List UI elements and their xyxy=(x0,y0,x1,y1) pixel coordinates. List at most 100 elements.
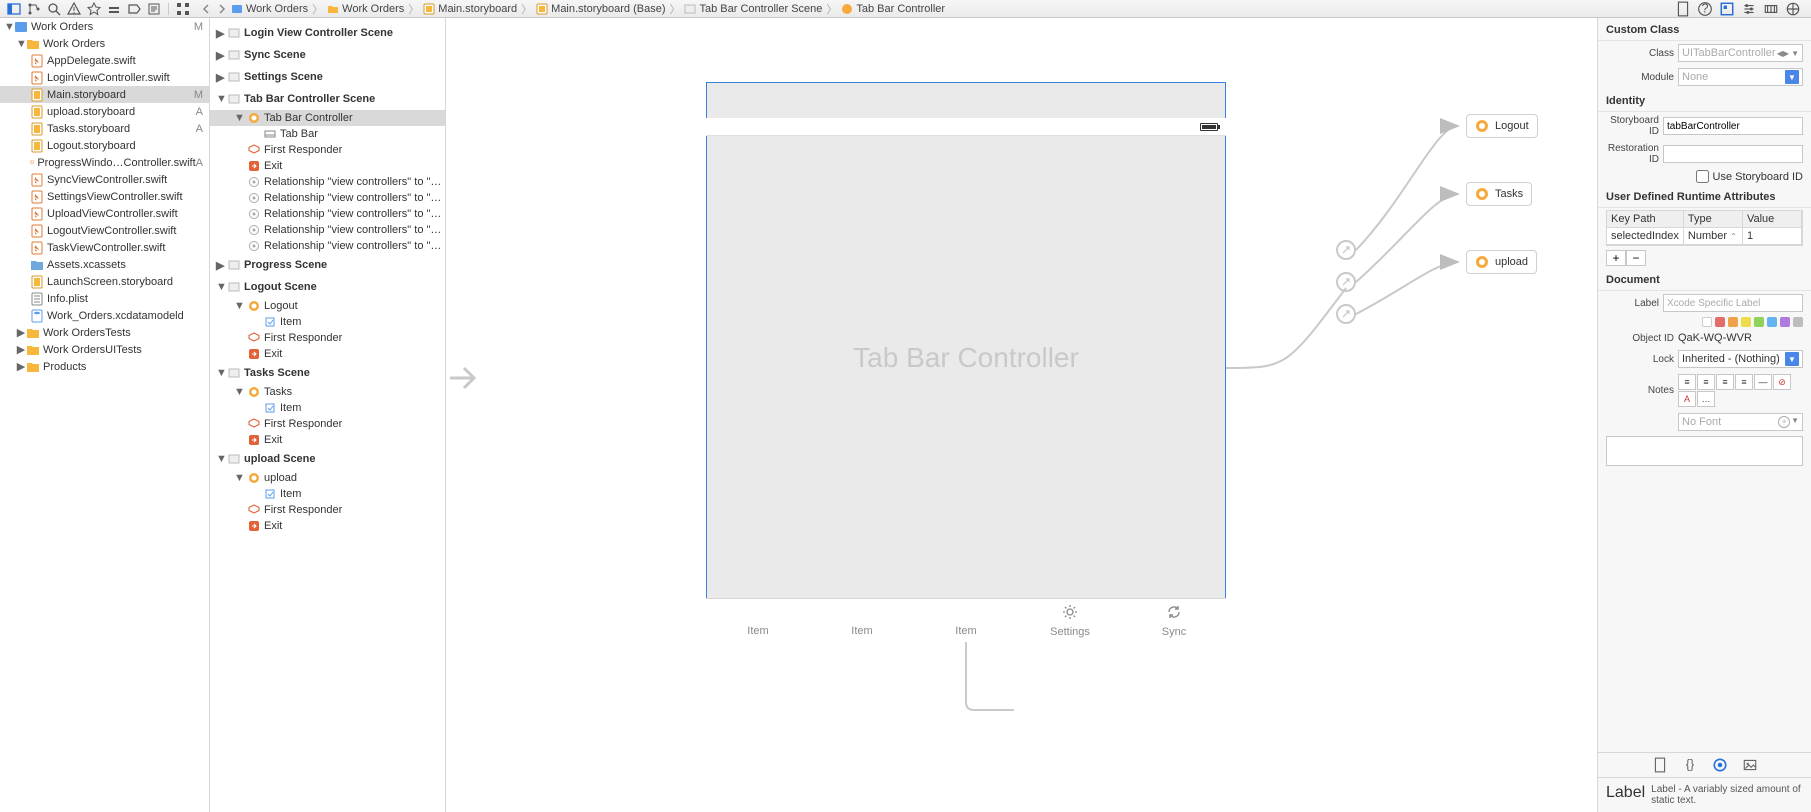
outline-rel[interactable]: Relationship "view controllers" to "… xyxy=(210,238,445,254)
tab-bar[interactable]: ItemItemItemSettingsSync xyxy=(706,598,1226,642)
cell-value[interactable]: 1 xyxy=(1743,228,1802,245)
forward-button[interactable] xyxy=(215,2,229,16)
storyboard-canvas[interactable]: Tab Bar Controller ItemItemItemSettingsS… xyxy=(446,18,1597,812)
file-template-lib-icon[interactable] xyxy=(1652,757,1668,773)
segue-connector-icon[interactable] xyxy=(1336,304,1356,324)
attributes-inspector-icon[interactable] xyxy=(1741,2,1757,16)
destination-scene-chip[interactable]: upload xyxy=(1466,250,1537,274)
doc-label-input[interactable] xyxy=(1663,294,1803,312)
color-swatch[interactable] xyxy=(1728,317,1738,327)
disclosure-triangle-icon[interactable]: ▶ xyxy=(16,343,26,356)
outline-item[interactable]: Item xyxy=(210,486,445,502)
font-panel-icon[interactable]: A xyxy=(1678,391,1696,407)
destination-scene-chip[interactable]: Logout xyxy=(1466,114,1538,138)
back-button[interactable] xyxy=(199,2,213,16)
breadcrumb-0[interactable]: Work Orders xyxy=(231,3,308,15)
align-left-icon[interactable]: ≡ xyxy=(1678,374,1696,390)
align-center-icon[interactable]: ≡ xyxy=(1697,374,1715,390)
scene-header[interactable]: ▶Progress Scene xyxy=(210,254,445,276)
disclosure-triangle-icon[interactable]: ▶ xyxy=(216,71,226,84)
file-row[interactable]: Work_Orders.xcdatamodeld xyxy=(0,307,209,324)
nav-breakpoints-icon[interactable] xyxy=(126,2,142,16)
disclosure-triangle-icon[interactable]: ▼ xyxy=(16,38,26,50)
file-row[interactable]: Logout.storyboard xyxy=(0,137,209,154)
scene-header[interactable]: ▼Tasks Scene xyxy=(210,362,445,384)
nav-issues-icon[interactable] xyxy=(66,2,82,16)
outline-tabbar[interactable]: Tab Bar xyxy=(210,126,445,142)
breadcrumb-2[interactable]: Main.storyboard xyxy=(423,3,517,15)
code-snippet-lib-icon[interactable]: {} xyxy=(1682,757,1698,773)
file-row[interactable]: UploadViewController.swift xyxy=(0,205,209,222)
object-lib-icon[interactable] xyxy=(1712,757,1728,773)
color-swatch[interactable] xyxy=(1767,317,1777,327)
segue-connector-icon[interactable] xyxy=(1336,272,1356,292)
tab-bar-item[interactable]: Settings xyxy=(1018,599,1122,642)
project-navigator[interactable]: ▼ Work Orders M ▼ Work Orders AppDelegat… xyxy=(0,18,210,812)
class-combo[interactable]: UITabBarController◀▶▼ xyxy=(1678,44,1803,62)
file-row[interactable]: LoginViewController.swift xyxy=(0,69,209,86)
align-justify-icon[interactable]: ≡ xyxy=(1735,374,1753,390)
outline-exit[interactable]: Exit xyxy=(210,346,445,362)
font-combo[interactable]: No Font+▼ xyxy=(1678,413,1803,431)
file-row[interactable]: Info.plist xyxy=(0,290,209,307)
disclosure-triangle-icon[interactable]: ▶ xyxy=(16,326,26,339)
destination-scene-chip[interactable]: Tasks xyxy=(1466,182,1532,206)
color-none-icon[interactable] xyxy=(1702,317,1712,327)
disclosure-triangle-icon[interactable]: ▼ xyxy=(234,300,244,312)
outline-item[interactable]: Item xyxy=(210,314,445,330)
disclosure-triangle-icon[interactable]: ▶ xyxy=(216,259,226,272)
disclosure-triangle-icon[interactable]: ▶ xyxy=(216,49,226,62)
nav-project-icon[interactable] xyxy=(6,2,22,16)
help-inspector-icon[interactable]: ? xyxy=(1697,2,1713,16)
project-group[interactable]: ▶Work OrdersUITests xyxy=(0,341,209,358)
file-row[interactable]: SettingsViewController.swift xyxy=(0,188,209,205)
file-row[interactable]: LogoutViewController.swift xyxy=(0,222,209,239)
scene-header[interactable]: ▶Login View Controller Scene xyxy=(210,22,445,44)
scene-header[interactable]: ▼Tab Bar Controller Scene xyxy=(210,88,445,110)
breadcrumb-4[interactable]: Tab Bar Controller Scene xyxy=(684,3,822,15)
color-swatch[interactable] xyxy=(1754,317,1764,327)
outline-vc[interactable]: ▼Tab Bar Controller xyxy=(210,110,445,126)
project-group[interactable]: ▼ Work Orders xyxy=(0,35,209,52)
outline-vc[interactable]: ▼upload xyxy=(210,470,445,486)
remove-attr-button[interactable]: − xyxy=(1626,250,1646,266)
scene-header[interactable]: ▶Sync Scene xyxy=(210,44,445,66)
nav-source-control-icon[interactable] xyxy=(26,2,42,16)
more-icon[interactable]: … xyxy=(1697,391,1715,407)
outline-first[interactable]: First Responder xyxy=(210,416,445,432)
file-row[interactable]: AppDelegate.swift xyxy=(0,52,209,69)
outline-first[interactable]: First Responder xyxy=(210,330,445,346)
outline-vc[interactable]: ▼Tasks xyxy=(210,384,445,400)
label-color-swatches[interactable] xyxy=(1598,315,1811,329)
outline-first[interactable]: First Responder xyxy=(210,142,445,158)
add-attr-button[interactable]: + xyxy=(1606,250,1626,266)
disclosure-triangle-icon[interactable]: ▼ xyxy=(234,386,244,398)
size-inspector-icon[interactable] xyxy=(1763,2,1779,16)
scene-header[interactable]: ▼upload Scene xyxy=(210,448,445,470)
project-group[interactable]: ▶Work OrdersTests xyxy=(0,324,209,341)
storyboard-id-input[interactable] xyxy=(1663,117,1803,135)
file-row[interactable]: TaskViewController.swift xyxy=(0,239,209,256)
align-right-icon[interactable]: ≡ xyxy=(1716,374,1734,390)
disclosure-triangle-icon[interactable]: ▼ xyxy=(216,93,226,105)
disclosure-triangle-icon[interactable]: ▼ xyxy=(216,281,226,293)
file-row[interactable]: upload.storyboardA xyxy=(0,103,209,120)
file-row[interactable]: SyncViewController.swift xyxy=(0,171,209,188)
disclosure-triangle-icon[interactable]: ▼ xyxy=(4,21,14,33)
scene-header[interactable]: ▼Logout Scene xyxy=(210,276,445,298)
media-lib-icon[interactable] xyxy=(1742,757,1758,773)
color-swatch[interactable] xyxy=(1741,317,1751,327)
disclosure-triangle-icon[interactable]: ▼ xyxy=(234,472,244,484)
color-swatch[interactable] xyxy=(1793,317,1803,327)
tab-bar-item[interactable]: Sync xyxy=(1122,599,1226,642)
file-row[interactable]: Main.storyboardM xyxy=(0,86,209,103)
outline-rel[interactable]: Relationship "view controllers" to "… xyxy=(210,222,445,238)
outline-exit[interactable]: Exit xyxy=(210,158,445,174)
use-storyboard-id-checkbox[interactable] xyxy=(1696,170,1709,183)
nav-tests-icon[interactable] xyxy=(86,2,102,16)
tab-bar-item[interactable]: Item xyxy=(706,599,810,642)
hr-icon[interactable]: — xyxy=(1754,374,1772,390)
file-row[interactable]: ProgressWindo…Controller.swiftA xyxy=(0,154,209,171)
module-combo[interactable]: None▼ xyxy=(1678,68,1803,86)
document-outline[interactable]: ▶Login View Controller Scene▶Sync Scene▶… xyxy=(210,18,446,812)
